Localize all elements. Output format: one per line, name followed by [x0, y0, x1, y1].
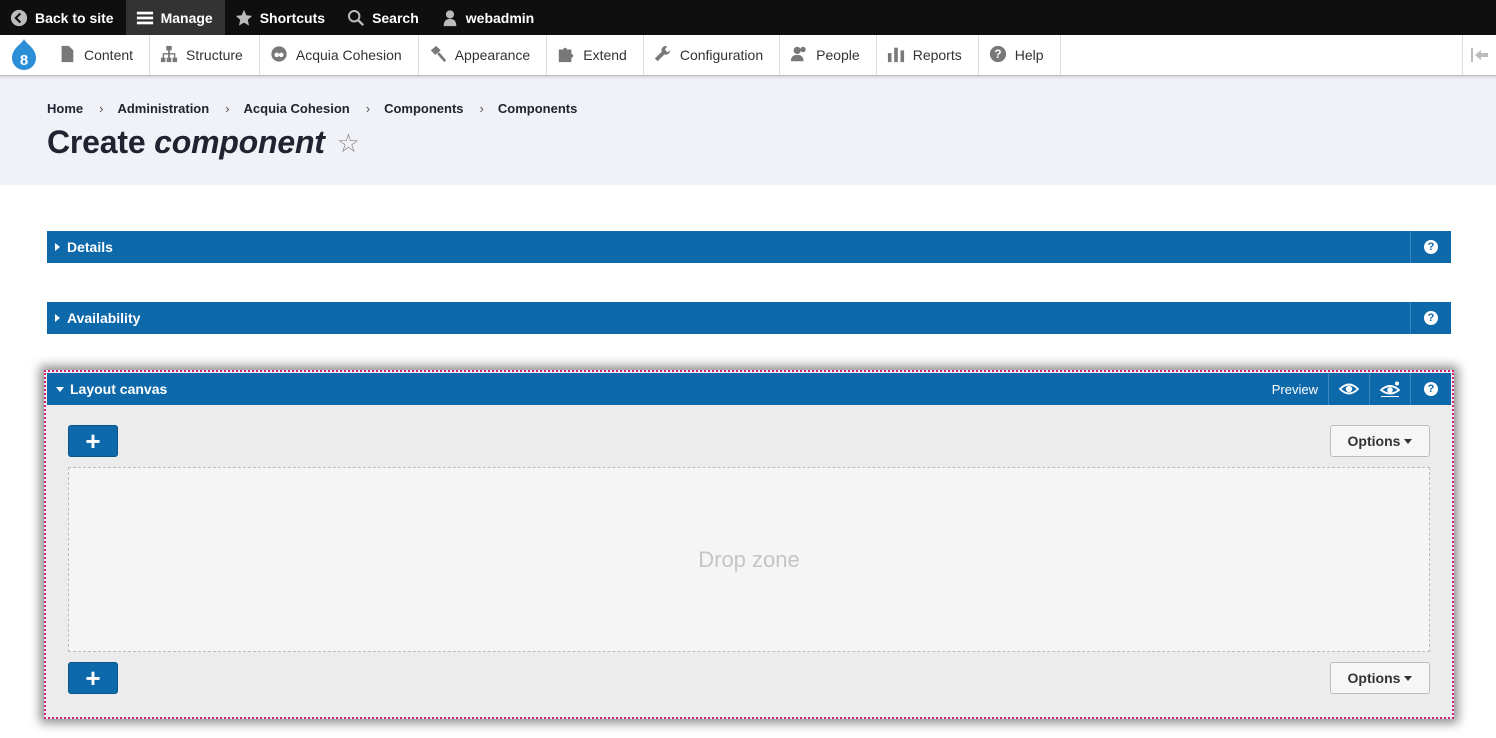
options-label: Options [1347, 670, 1401, 686]
svg-text:8: 8 [20, 52, 28, 69]
collapse-arrow-icon [1470, 48, 1488, 62]
caret-right-icon [55, 314, 60, 322]
add-element-button-bottom[interactable]: + [68, 662, 118, 694]
availability-help-button[interactable]: ? [1410, 302, 1451, 334]
caret-down-icon [1404, 675, 1413, 681]
caret-down-icon [56, 386, 64, 392]
menu-item-label: Configuration [679, 47, 764, 63]
preview-label: Preview [1271, 381, 1318, 397]
menu-item-label: Appearance [454, 47, 531, 63]
help-icon: ? [1424, 382, 1438, 396]
eye-expand-icon [1380, 381, 1400, 397]
menu-item-people[interactable]: People [780, 35, 877, 75]
caret-down-icon [1404, 438, 1413, 444]
layout-canvas-help-button[interactable]: ? [1410, 373, 1451, 405]
layout-canvas-header[interactable]: Layout canvas Preview ? [47, 373, 1451, 405]
back-to-site-label: Back to site [35, 9, 114, 26]
breadcrumb-components-current[interactable]: Components [498, 101, 577, 116]
caret-right-icon [55, 243, 60, 251]
breadcrumb-components[interactable]: Components [384, 101, 463, 116]
details-help-button[interactable]: ? [1410, 231, 1451, 263]
wrench-icon [654, 45, 672, 66]
menu-item-appearance[interactable]: Appearance [419, 35, 548, 75]
puzzle-icon [557, 45, 575, 66]
menu-item-label: Content [84, 47, 134, 63]
breadcrumb-acquia-cohesion[interactable]: Acquia Cohesion [244, 101, 350, 116]
sitemap-icon [160, 45, 178, 66]
shortcuts-tab[interactable]: Shortcuts [225, 0, 337, 35]
breadcrumb-separator: › [479, 101, 484, 116]
options-dropdown-bottom[interactable]: Options [1330, 662, 1430, 694]
menu-item-reports[interactable]: Reports [877, 35, 979, 75]
breadcrumb-separator: › [99, 101, 104, 116]
admin-menu: 8 Content Structure Acquia Cohesion Appe… [0, 35, 1496, 76]
manage-tab[interactable]: Manage [125, 0, 225, 35]
search-tab[interactable]: Search [337, 0, 431, 35]
cohesion-icon [270, 45, 288, 66]
layout-canvas: Layout canvas Preview ? + Options Drop z… [44, 370, 1454, 719]
help-icon: ? [989, 45, 1007, 66]
preview-fullscreen-button[interactable] [1369, 373, 1410, 405]
menu-item-acquia-cohesion[interactable]: Acquia Cohesion [260, 35, 419, 75]
document-icon [58, 45, 76, 66]
bar-chart-icon [887, 45, 905, 66]
menu-item-help[interactable]: ? Help [979, 35, 1061, 75]
help-icon: ? [1424, 240, 1438, 254]
help-icon: ? [1424, 311, 1438, 325]
page-title: Create component [47, 124, 325, 161]
svg-text:?: ? [994, 48, 1001, 61]
page-header: Home › Administration › Acquia Cohesion … [0, 76, 1496, 185]
details-panel-header[interactable]: Details ? [47, 231, 1451, 263]
drop-zone[interactable]: Drop zone [68, 467, 1430, 652]
collapse-toolbar-button[interactable] [1462, 35, 1496, 75]
menu-item-label: Acquia Cohesion [295, 47, 402, 63]
add-element-button-top[interactable]: + [68, 425, 118, 457]
breadcrumb-home[interactable]: Home [47, 101, 83, 116]
menu-item-content[interactable]: Content [48, 35, 151, 75]
layout-canvas-label: Layout canvas [70, 381, 168, 397]
page-title-emphasis: component [154, 124, 325, 160]
back-arrow-icon [10, 9, 28, 27]
menu-item-extend[interactable]: Extend [547, 35, 644, 75]
user-icon [441, 9, 459, 27]
hamburger-icon [136, 9, 154, 27]
availability-panel-header[interactable]: Availability ? [47, 302, 1451, 334]
preview-button[interactable] [1328, 373, 1369, 405]
user-label: webadmin [465, 9, 535, 26]
menu-item-label: Reports [912, 47, 962, 63]
menu-item-label: People [816, 47, 860, 63]
search-icon [347, 9, 365, 27]
star-icon[interactable]: ☆ [337, 130, 360, 156]
availability-label: Availability [67, 310, 141, 326]
menu-item-label: Extend [583, 47, 627, 63]
menu-item-label: Help [1014, 47, 1044, 63]
breadcrumb: Home › Administration › Acquia Cohesion … [47, 101, 1449, 116]
menu-item-configuration[interactable]: Configuration [644, 35, 781, 75]
options-label: Options [1347, 433, 1401, 449]
menu-item-label: Structure [186, 47, 243, 63]
user-tab[interactable]: webadmin [431, 0, 546, 35]
menu-item-structure[interactable]: Structure [150, 35, 260, 75]
page-title-prefix: Create [47, 124, 146, 160]
top-toolbar: Back to site Manage Shortcuts Search web… [0, 0, 1496, 35]
drupal-logo-icon[interactable]: 8 [0, 35, 48, 75]
search-label: Search [372, 9, 419, 26]
drop-zone-label: Drop zone [698, 546, 800, 572]
shortcuts-label: Shortcuts [259, 9, 326, 26]
breadcrumb-administration[interactable]: Administration [117, 101, 209, 116]
back-to-site-link[interactable]: Back to site [0, 0, 126, 35]
breadcrumb-separator: › [225, 101, 230, 116]
paintbrush-icon [429, 45, 447, 66]
options-dropdown-top[interactable]: Options [1330, 425, 1430, 457]
breadcrumb-separator: › [365, 101, 371, 116]
star-filled-icon [235, 9, 253, 27]
eye-icon [1339, 383, 1359, 395]
details-label: Details [67, 239, 113, 255]
people-icon [790, 45, 808, 66]
manage-label: Manage [160, 9, 213, 26]
